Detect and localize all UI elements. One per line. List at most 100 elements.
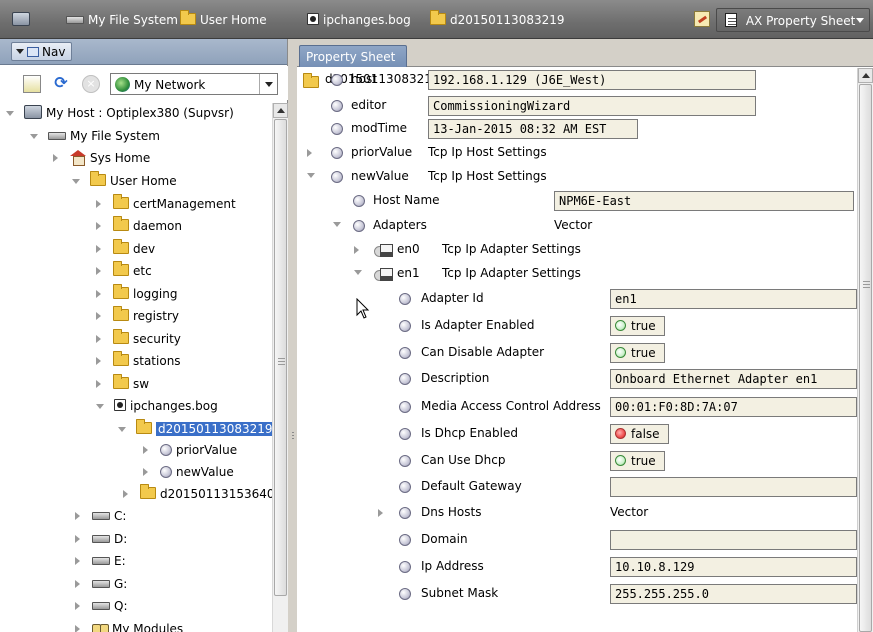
edit-icon[interactable] [694, 11, 710, 31]
property-row[interactable]: modTime 13-Jan-2015 08:32 AM EST [297, 117, 857, 141]
tree-item[interactable]: certManagement [96, 194, 236, 214]
tree-item[interactable]: d20150113083219 [118, 419, 272, 439]
property-row[interactable]: Ip Address 10.10.8.129 [297, 555, 857, 579]
tree-item[interactable]: dev [96, 239, 155, 259]
tree-item[interactable]: logging [96, 284, 177, 304]
tree-collapsed-icon[interactable] [53, 154, 58, 162]
property-row[interactable]: Dns Hosts Vector [297, 501, 857, 525]
tree-expanded-icon[interactable] [118, 427, 126, 432]
property-value-field[interactable]: 10.10.8.129 [610, 557, 857, 577]
close-icon[interactable]: × [82, 75, 100, 93]
property-row[interactable]: Can Use Dhcp true [297, 449, 857, 473]
property-row[interactable]: Default Gateway [297, 475, 857, 499]
tree-item[interactable]: ipchanges.bog [96, 396, 218, 416]
property-row[interactable]: Can Disable Adapter true [297, 341, 857, 365]
tree-expanded-icon[interactable] [6, 111, 14, 116]
nav-scrollbar[interactable] [272, 103, 288, 632]
tree-collapsed-icon[interactable] [96, 312, 101, 320]
property-row[interactable]: Is Dhcp Enabled false [297, 422, 857, 446]
tree-item[interactable]: stations [96, 351, 181, 371]
go-home-icon[interactable] [23, 75, 41, 93]
tree-item[interactable]: Sys Home [53, 148, 150, 168]
tree-expanded-icon[interactable] [307, 173, 315, 178]
tree-item[interactable]: D: [75, 529, 127, 549]
tree-item[interactable]: C: [75, 506, 126, 526]
tree-collapsed-icon[interactable] [75, 580, 80, 588]
tree-collapsed-icon[interactable] [96, 245, 101, 253]
property-row[interactable]: Subnet Mask 255.255.255.0 [297, 582, 857, 606]
tree-item[interactable]: sw [96, 374, 149, 394]
network-select[interactable]: My Network [110, 73, 278, 95]
nav-tab[interactable]: Nav [11, 42, 73, 61]
boolean-toggle[interactable]: false [610, 424, 669, 444]
property-row[interactable]: Host Name NPM6E-East [297, 189, 857, 213]
scroll-thumb[interactable] [274, 119, 287, 596]
crumb-user-home[interactable]: User Home [180, 10, 267, 30]
sheet-scrollbar[interactable] [857, 68, 873, 632]
tree-item[interactable]: d20150113153640 [123, 484, 272, 504]
tree-collapsed-icon[interactable] [378, 509, 383, 517]
property-row[interactable]: Is Adapter Enabled true [297, 314, 857, 338]
property-value-field[interactable]: CommissioningWizard [428, 96, 756, 116]
scroll-up-icon[interactable] [858, 68, 873, 83]
view-selector-dropdown[interactable]: AX Property Sheet [716, 8, 870, 32]
tree-expanded-icon[interactable] [96, 404, 104, 409]
property-value-field[interactable]: 13-Jan-2015 08:32 AM EST [428, 119, 638, 139]
property-row[interactable]: en1 Tcp Ip Adapter Settings [297, 262, 857, 286]
tree-collapsed-icon[interactable] [307, 149, 312, 157]
property-value-field[interactable]: NPM6E-East [554, 191, 854, 211]
host-icon[interactable] [12, 10, 30, 30]
tree-item[interactable]: G: [75, 574, 127, 594]
tree-collapsed-icon[interactable] [96, 290, 101, 298]
property-value-field[interactable] [610, 477, 857, 497]
property-row[interactable]: en0 Tcp Ip Adapter Settings [297, 238, 857, 262]
tree-expanded-icon[interactable] [333, 222, 341, 227]
tab-property-sheet[interactable]: Property Sheet [299, 45, 407, 67]
property-row[interactable]: newValue Tcp Ip Host Settings [297, 165, 857, 189]
tree-collapsed-icon[interactable] [75, 557, 80, 565]
tree-collapsed-icon[interactable] [75, 512, 80, 520]
scroll-thumb[interactable] [859, 84, 872, 632]
scroll-up-icon[interactable] [273, 103, 288, 118]
property-value-field[interactable]: en1 [610, 289, 857, 309]
tree-item[interactable]: etc [96, 261, 152, 281]
property-row[interactable]: Adapters Vector [297, 214, 857, 238]
crumb-d20150113083219[interactable]: d20150113083219 [430, 10, 565, 30]
tree-item[interactable]: security [96, 329, 181, 349]
tree-collapsed-icon[interactable] [96, 357, 101, 365]
tree-collapsed-icon[interactable] [354, 246, 359, 254]
property-value-field[interactable]: 255.255.255.0 [610, 584, 857, 604]
property-row[interactable]: Adapter Id en1 [297, 287, 857, 311]
tree-item[interactable]: E: [75, 551, 126, 571]
tree-collapsed-icon[interactable] [96, 380, 101, 388]
boolean-toggle[interactable]: true [610, 343, 665, 363]
tree-collapsed-icon[interactable] [75, 535, 80, 543]
crumb-ipchanges-bog[interactable]: ipchanges.bog [307, 10, 411, 30]
tree-item[interactable]: priorValue [143, 440, 237, 460]
property-row[interactable]: editor CommissioningWizard [297, 94, 857, 118]
tree-collapsed-icon[interactable] [96, 267, 101, 275]
tree-expanded-icon[interactable] [354, 270, 362, 275]
tree-item[interactable]: My Modules [75, 619, 183, 632]
property-value-field[interactable]: 192.168.1.129 (J6E_West) [428, 70, 756, 90]
property-row[interactable]: Description Onboard Ethernet Adapter en1 [297, 367, 857, 391]
boolean-toggle[interactable]: true [610, 316, 665, 336]
boolean-toggle[interactable]: true [610, 451, 665, 471]
tree-collapsed-icon[interactable] [96, 222, 101, 230]
property-value-field[interactable]: 00:01:F0:8D:7A:07 [610, 397, 857, 417]
tree-item[interactable]: newValue [143, 462, 234, 482]
pane-splitter[interactable] [289, 39, 297, 632]
property-value-field[interactable]: Onboard Ethernet Adapter en1 [610, 369, 857, 389]
property-row[interactable]: Domain [297, 528, 857, 552]
tree-collapsed-icon[interactable] [143, 468, 148, 476]
tree-collapsed-icon[interactable] [96, 200, 101, 208]
refresh-icon[interactable]: ⟳ [52, 75, 70, 93]
tree-collapsed-icon[interactable] [123, 490, 128, 498]
tree-collapsed-icon[interactable] [96, 335, 101, 343]
tree-item[interactable]: Q: [75, 596, 128, 616]
tree-item[interactable]: daemon [96, 216, 182, 236]
tree-item[interactable]: User Home [72, 171, 177, 191]
tree-collapsed-icon[interactable] [143, 446, 148, 454]
tree-expanded-icon[interactable] [72, 179, 80, 184]
tree-item[interactable]: My File System [30, 126, 160, 146]
